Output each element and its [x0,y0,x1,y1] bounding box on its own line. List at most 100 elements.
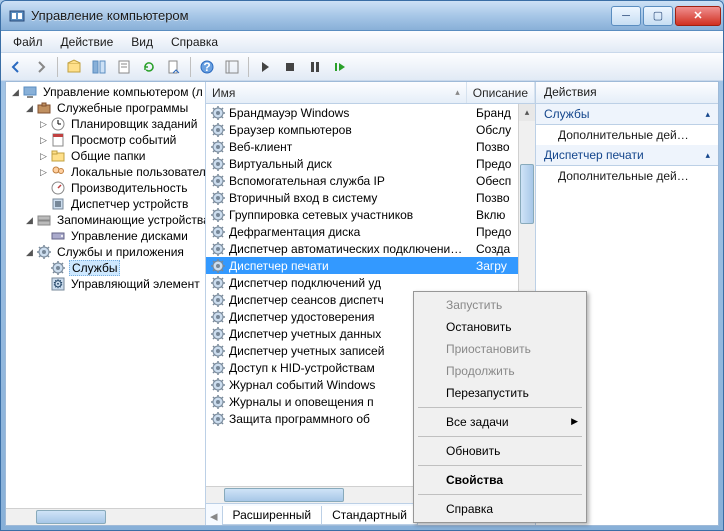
tree-item-services[interactable]: Службы [10,260,206,276]
refresh-button[interactable] [138,56,160,78]
service-row[interactable]: Группировка сетевых участниковВклю [206,206,535,223]
column-name[interactable]: Имя ▴ [206,82,467,103]
tab-standard[interactable]: Стандартный [321,506,418,525]
window-title: Управление компьютером [31,8,611,23]
expand-icon[interactable]: ▷ [38,151,49,162]
gear-icon [210,139,226,155]
context-menu-item[interactable]: Перезапустить [416,382,584,404]
tab-extended[interactable]: Расширенный [222,506,323,525]
expand-icon[interactable]: ▷ [38,135,49,146]
tree-root[interactable]: ◢Управление компьютером (л [10,84,206,100]
sort-indicator: ▴ [455,87,460,98]
column-desc-label: Описание [473,86,528,100]
forward-button[interactable] [30,56,52,78]
expand-icon[interactable]: ◢ [24,103,35,114]
start-service-button[interactable] [254,56,276,78]
tab-scroll-left-icon[interactable]: ◂ [210,507,218,525]
up-button[interactable] [63,56,85,78]
service-name: Брандмауэр Windows [229,106,476,120]
expand-icon[interactable]: ◢ [24,215,35,226]
service-row[interactable]: Диспетчер подключений уд [206,274,535,291]
stop-service-button[interactable] [279,56,301,78]
tree-item[interactable]: ⚙Управляющий элемент [10,276,206,292]
restart-service-button[interactable] [329,56,351,78]
actions-section-selected[interactable]: Диспетчер печати▴ [536,145,718,166]
client-area: ◢Управление компьютером (л◢Служебные про… [5,81,719,526]
context-menu-item[interactable]: Все задачи▶ [416,411,584,433]
tree-item[interactable]: ▷Просмотр событий [10,132,206,148]
expand-icon[interactable] [38,279,49,290]
toolbar-sep [190,57,191,77]
actions-more-link[interactable]: Дополнительные дей… [536,125,718,145]
titlebar[interactable]: Управление компьютером ─ ▢ ✕ [1,1,723,31]
show-hide-button[interactable] [88,56,110,78]
tree-item[interactable]: ▷ Общие папки [10,148,206,164]
service-row[interactable]: Браузер компьютеровОбслу [206,121,535,138]
expand-icon[interactable]: ▷ [38,119,49,130]
tree-item[interactable]: Производительность [10,180,206,196]
service-row[interactable]: Диспетчер печатиЗагру [206,257,535,274]
menu-view[interactable]: Вид [123,33,161,51]
export-button[interactable] [163,56,185,78]
act-button[interactable] [221,56,243,78]
column-desc[interactable]: Описание [467,82,535,103]
scrollbar-thumb[interactable] [36,510,106,524]
gear-icon [210,360,226,376]
tree-item[interactable]: Диспетчер устройств [10,196,206,212]
tree-item-icon [50,228,66,244]
column-name-label: Имя [212,86,235,100]
service-row[interactable]: Вторичный вход в системуПозво [206,189,535,206]
minimize-button[interactable]: ─ [611,6,641,26]
context-menu-item[interactable]: Свойства [416,469,584,491]
service-row[interactable]: Веб-клиентПозво [206,138,535,155]
tree-hscrollbar[interactable] [6,508,205,525]
tree-item[interactable]: ▷Локальные пользователи [10,164,206,180]
nav-tree[interactable]: ◢Управление компьютером (л◢Служебные про… [6,82,206,525]
service-name: Вспомогательная служба IP [229,174,476,188]
close-button[interactable]: ✕ [675,6,721,26]
actions-section-services[interactable]: Службы▴ [536,104,718,125]
expand-icon[interactable]: ◢ [10,87,21,98]
service-row[interactable]: Брандмауэр WindowsБранд [206,104,535,121]
expand-icon[interactable]: ▷ [38,167,49,178]
service-name: Диспетчер печати [229,259,476,273]
tree-services-apps[interactable]: ◢Службы и приложения [10,244,206,260]
tree-item-icon [50,196,66,212]
scroll-up-icon[interactable]: ▴ [519,104,535,121]
expand-icon[interactable] [38,263,49,274]
expand-icon[interactable]: ◢ [24,247,35,258]
help-button[interactable]: ? [196,56,218,78]
scrollbar-thumb[interactable] [224,488,344,502]
gear-icon [210,122,226,138]
scrollbar-thumb[interactable] [520,164,534,224]
menu-action[interactable]: Действие [53,33,122,51]
menu-help[interactable]: Справка [163,33,226,51]
context-menu-item[interactable]: Остановить [416,316,584,338]
expand-icon[interactable] [38,183,49,194]
back-button[interactable] [5,56,27,78]
service-row[interactable]: Дефрагментация дискаПредо [206,223,535,240]
tree-storage[interactable]: ◢Запоминающие устройства [10,212,206,228]
service-row[interactable]: Диспетчер автоматических подключени…Созд… [206,240,535,257]
tree-item-icon [36,100,52,116]
tree-item-label: Общие папки [69,149,147,163]
expand-icon[interactable] [38,231,49,242]
tree-item[interactable]: ▷Планировщик заданий [10,116,206,132]
gear-icon [210,309,226,325]
tree-item[interactable]: Управление дисками [10,228,206,244]
menubar: Файл Действие Вид Справка [1,31,723,53]
context-menu-item[interactable]: Справка [416,498,584,520]
gear-icon [210,343,226,359]
service-name: Дефрагментация диска [229,225,476,239]
properties-button[interactable] [113,56,135,78]
tree-system-tools[interactable]: ◢Служебные программы [10,100,206,116]
context-menu[interactable]: ЗапуститьОстановитьПриостановитьПродолжи… [413,291,587,523]
expand-icon[interactable] [38,199,49,210]
actions-more-link-2[interactable]: Дополнительные дей… [536,166,718,186]
context-menu-item[interactable]: Обновить [416,440,584,462]
service-row[interactable]: Виртуальный дискПредо [206,155,535,172]
menu-file[interactable]: Файл [5,33,51,51]
maximize-button[interactable]: ▢ [643,6,673,26]
pause-service-button[interactable] [304,56,326,78]
service-row[interactable]: Вспомогательная служба IPОбесп [206,172,535,189]
